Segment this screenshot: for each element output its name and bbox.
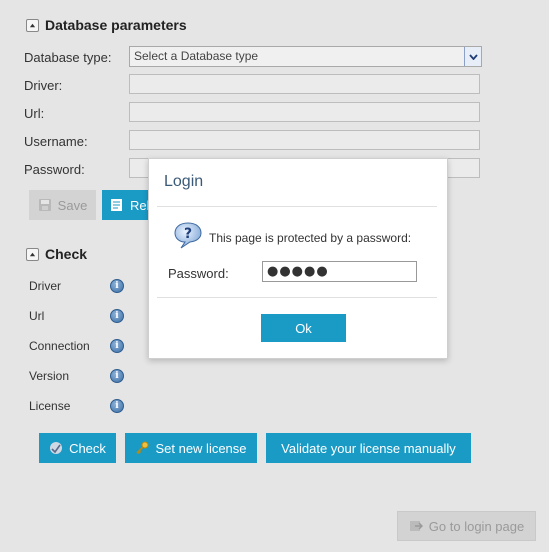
check-row-version: Version xyxy=(29,369,70,383)
check-row-driver: Driver xyxy=(29,279,61,293)
login-dialog: Login ? This page is protected by a pass… xyxy=(148,158,448,359)
check-row-connection: Connection xyxy=(29,339,90,353)
info-icon[interactable]: i xyxy=(110,399,124,413)
go-to-login-page-label: Go to login page xyxy=(428,518,525,534)
divider xyxy=(157,297,437,298)
database-type-select[interactable]: Select a Database type xyxy=(129,46,482,67)
dialog-title: Login xyxy=(164,173,204,190)
check-row-license: License xyxy=(29,399,71,413)
url-input[interactable] xyxy=(129,102,480,122)
check-header[interactable]: Check xyxy=(26,246,87,262)
check-button-label: Check xyxy=(69,440,106,456)
info-icon[interactable]: i xyxy=(110,309,124,323)
info-icon[interactable]: i xyxy=(110,339,124,353)
check-title: Check xyxy=(45,246,88,262)
ok-button[interactable]: Ok xyxy=(261,314,346,342)
username-input[interactable] xyxy=(129,130,480,150)
ok-label: Ok xyxy=(295,320,312,336)
check-row-url: Url xyxy=(29,309,45,323)
go-to-login-page-button[interactable]: Go to login page xyxy=(397,511,536,541)
check-button[interactable]: Check xyxy=(39,433,116,463)
key-icon xyxy=(135,441,149,455)
save-icon xyxy=(38,198,52,212)
username-label: Username: xyxy=(24,134,88,149)
info-icon[interactable]: i xyxy=(110,279,124,293)
url-label: Url: xyxy=(24,106,45,121)
dialog-password-input[interactable]: ●●●●● xyxy=(262,261,417,282)
info-icon[interactable]: i xyxy=(110,369,124,383)
save-label: Save xyxy=(57,197,88,213)
reload-icon xyxy=(110,198,124,212)
reload-button[interactable]: Rel xyxy=(102,190,150,220)
set-new-license-label: Set new license xyxy=(155,440,247,456)
divider xyxy=(157,206,437,207)
save-button[interactable]: Save xyxy=(29,190,96,220)
database-type-value: Select a Database type xyxy=(134,49,259,63)
db-params-header[interactable]: Database parameters xyxy=(26,17,187,33)
driver-label: Driver: xyxy=(24,78,63,93)
dialog-message: This page is protected by a password: xyxy=(209,231,412,245)
login-page-icon xyxy=(409,519,423,533)
set-new-license-button[interactable]: Set new license xyxy=(125,433,257,463)
password-label: Password: xyxy=(24,162,85,177)
db-params-title: Database parameters xyxy=(45,17,187,33)
database-type-label: Database type: xyxy=(24,50,112,65)
reload-label: Rel xyxy=(130,197,150,213)
collapse-icon[interactable] xyxy=(26,18,39,32)
question-icon: ? xyxy=(173,221,203,249)
dialog-password-label: Password: xyxy=(168,266,229,281)
validate-license-button[interactable]: Validate your license manually xyxy=(266,433,471,463)
driver-input[interactable] xyxy=(129,74,480,94)
check-icon xyxy=(49,441,63,455)
chevron-down-icon[interactable] xyxy=(464,47,481,66)
collapse-icon[interactable] xyxy=(26,247,39,261)
svg-text:?: ? xyxy=(184,226,192,242)
validate-license-label: Validate your license manually xyxy=(281,440,456,456)
